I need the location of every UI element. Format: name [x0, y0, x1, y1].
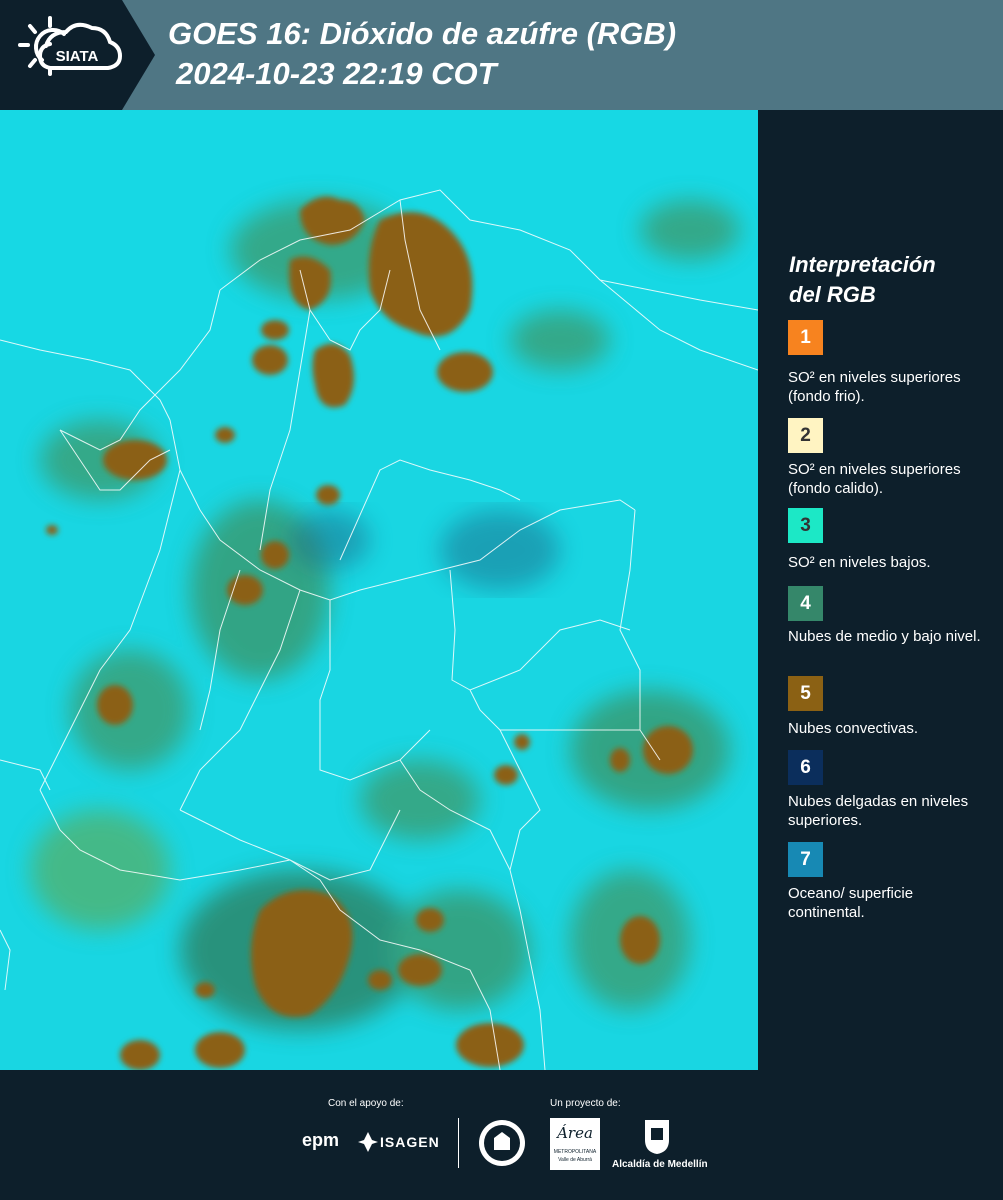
support-label: Con el apoyo de:	[328, 1098, 404, 1109]
legend-swatch-3: 3	[788, 508, 823, 543]
page-subtitle-datetime: 2024-10-23 22:19 COT	[176, 56, 497, 91]
siata-logo: SIATA	[0, 0, 155, 110]
project-label: Un proyecto de:	[550, 1098, 621, 1109]
legend-swatch-6: 6	[788, 750, 823, 785]
legend-description-3: SO² en niveles bajos.	[788, 554, 931, 571]
legend-description-6: Nubes delgadas en niveles superiores.	[788, 793, 969, 829]
legend-swatch-5: 5	[788, 676, 823, 711]
area-metropolitana-logo: Área METROPOLITANA Valle de Aburrá	[550, 1118, 600, 1170]
footer: Con el apoyo de: Un proyecto de: epm ISA…	[0, 1070, 1003, 1200]
legend-description-2: SO² en niveles superiores (fondo calido)…	[788, 461, 961, 497]
legend-swatch-4: 4	[788, 586, 823, 621]
medellin-seal-icon	[479, 1120, 525, 1166]
legend-description-7: Oceano/ superficie continental.	[788, 885, 914, 921]
header-bar: SIATA GOES 16: Dióxido de azúfre (RGB) 2…	[0, 0, 1003, 110]
satellite-map	[0, 110, 758, 1070]
footer-divider	[458, 1118, 459, 1168]
legend-swatch-2: 2	[788, 418, 823, 453]
alcaldia-shield-icon	[645, 1120, 669, 1154]
legend-description-1: SO² en niveles superiores (fondo frio).	[788, 369, 961, 405]
isagen-icon	[358, 1132, 378, 1152]
page-title: GOES 16: Dióxido de azúfre (RGB)	[168, 16, 677, 51]
legend-swatch-1: 1	[788, 320, 823, 355]
legend-panel: Interpretación del RGB 1 SO² en niveles s…	[760, 110, 1003, 1070]
legend-swatch-7: 7	[788, 842, 823, 877]
legend-description-5: Nubes convectivas.	[788, 720, 919, 737]
legend-title: Interpretación del RGB	[789, 252, 936, 307]
epm-logo: epm	[302, 1130, 340, 1150]
legend-description-4: Nubes de medio y bajo nivel.	[788, 628, 981, 645]
alcaldia-label: Alcaldía de Medellín	[612, 1159, 708, 1170]
svg-text:SIATA: SIATA	[56, 48, 99, 65]
isagen-logo: ISAGEN	[380, 1134, 440, 1150]
